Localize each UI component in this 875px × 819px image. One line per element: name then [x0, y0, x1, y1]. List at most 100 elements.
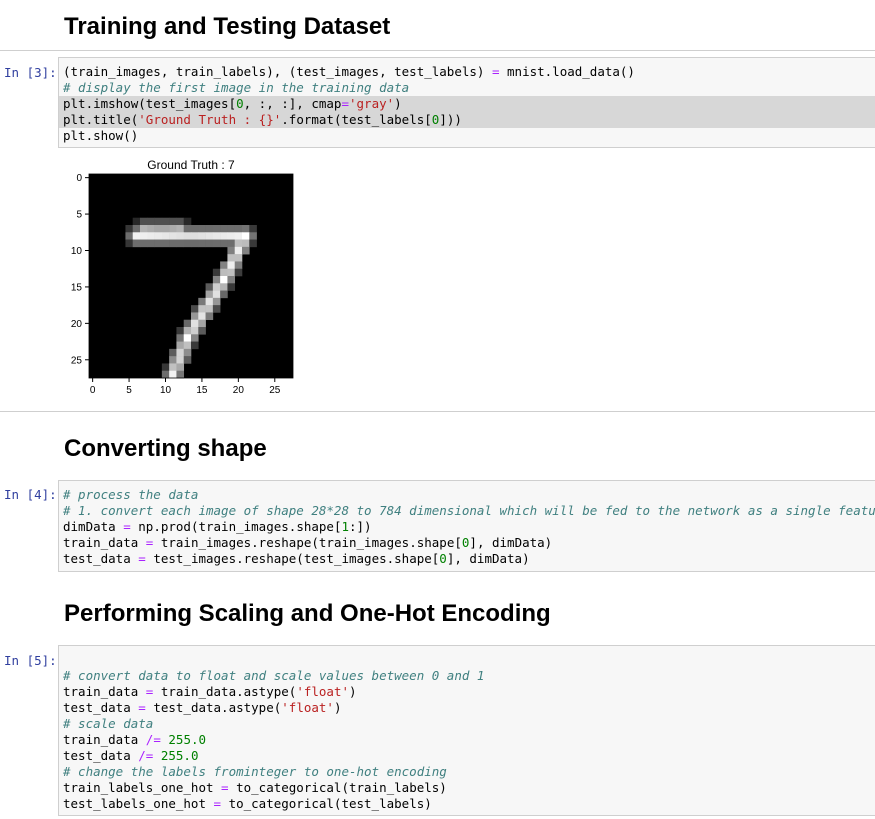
image-pixel	[242, 232, 250, 240]
code-token: =	[138, 551, 146, 566]
code-token: ], dimData)	[446, 551, 530, 566]
code-token: 'float'	[296, 684, 350, 699]
code-cell[interactable]: # convert data to float and scale values…	[58, 645, 875, 816]
code-token: # scale data	[63, 716, 154, 731]
image-pixel	[205, 232, 214, 240]
image-pixel	[242, 246, 250, 255]
code-token: )	[394, 96, 402, 111]
image-pixel	[176, 239, 185, 248]
image-pixel	[183, 334, 192, 342]
code-line: # process the data	[63, 487, 871, 503]
code-line: plt.imshow(test_images[0, :, :], cmap='g…	[59, 96, 875, 112]
section-heading-scaling: Performing Scaling and One-Hot Encoding	[64, 600, 551, 627]
code-token: :])	[349, 519, 372, 534]
image-pixel	[140, 217, 148, 226]
code-line: test_data = test_data.astype('float')	[63, 700, 871, 716]
image-pixel	[227, 246, 236, 255]
cell-prompt: In [5]:	[4, 653, 57, 668]
code-editor[interactable]: # convert data to float and scale values…	[59, 646, 875, 816]
image-pixel	[140, 225, 148, 233]
image-pixel	[220, 225, 228, 233]
image-pixel	[227, 254, 236, 262]
image-pixel	[205, 225, 214, 233]
code-token: =	[221, 780, 229, 795]
image-pixel	[147, 225, 155, 233]
image-pixel	[147, 232, 155, 240]
code-line: # convert data to float and scale values…	[63, 668, 871, 684]
image-pixel	[176, 327, 185, 335]
image-pixel	[183, 341, 192, 350]
code-editor[interactable]: # process the data # 1. convert each imag…	[59, 481, 875, 571]
image-pixel	[125, 239, 134, 248]
image-pixel	[242, 225, 250, 233]
image-pixel	[234, 225, 243, 233]
image-pixel	[205, 312, 214, 321]
image-pixel	[176, 225, 185, 233]
image-pixel	[140, 232, 148, 240]
image-pixel	[169, 217, 177, 226]
code-token: /=	[145, 732, 161, 747]
code-token: train_data.astype(	[153, 684, 297, 699]
code-line: train_labels_one_hot = to_categorical(tr…	[63, 780, 871, 796]
code-line: dimData = np.prod(train_images.shape[1:]…	[63, 519, 871, 535]
x-tick-label: 25	[269, 385, 281, 396]
image-pixel	[198, 305, 206, 313]
image-pixel	[234, 246, 243, 255]
code-line: test_labels_one_hot = to_categorical(tes…	[63, 796, 871, 812]
code-token: ], dimData)	[469, 535, 553, 550]
image-pixel	[132, 232, 141, 240]
image-pixel	[198, 312, 206, 321]
image-pixel	[234, 254, 243, 262]
code-token: =	[491, 64, 500, 79]
code-editor[interactable]: (train_images, train_labels), (test_imag…	[59, 58, 875, 148]
image-pixel	[234, 239, 243, 248]
image-pixel	[191, 312, 199, 321]
image-pixel	[198, 319, 206, 328]
image-pixel	[227, 239, 236, 248]
image-pixel	[147, 239, 155, 248]
image-pixel	[132, 225, 141, 233]
code-token: =	[341, 96, 349, 111]
code-token: test_data.astype(	[145, 700, 282, 715]
image-pixel	[212, 283, 221, 291]
image-pixel	[212, 268, 221, 277]
image-pixel	[191, 225, 199, 233]
image-pixel	[183, 217, 192, 226]
code-token: to_categorical(train_labels)	[228, 780, 447, 795]
code-token: =	[123, 519, 131, 534]
image-pixel	[176, 348, 185, 357]
code-token: mnist.load_data()	[499, 64, 635, 79]
image-pixel	[161, 239, 170, 248]
image-pixel	[220, 290, 228, 299]
image-pixel	[212, 239, 221, 248]
image-pixel	[176, 356, 185, 364]
code-token: # change the labels frominteger to one-h…	[63, 764, 447, 779]
x-tick-label: 0	[90, 385, 96, 396]
image-pixel	[183, 348, 192, 357]
plot-title: Ground Truth : 7	[147, 158, 235, 172]
image-pixel	[169, 239, 177, 248]
image-pixel	[161, 232, 170, 240]
y-tick-label: 25	[71, 355, 83, 366]
code-token: train_data	[63, 732, 146, 747]
image-pixel	[161, 225, 170, 233]
image-pixel	[227, 276, 236, 284]
image-pixel	[198, 327, 206, 335]
image-pixel	[191, 232, 199, 240]
code-token: /=	[138, 748, 154, 763]
image-pixel	[205, 239, 214, 248]
y-tick-label: 5	[76, 210, 82, 221]
image-pixel	[183, 319, 192, 328]
image-pixel	[147, 217, 155, 226]
y-tick-label: 0	[76, 173, 82, 184]
image-pixel	[169, 232, 177, 240]
code-cell[interactable]: (train_images, train_labels), (test_imag…	[58, 57, 875, 148]
code-token: plt.imshow(test_images[	[63, 96, 237, 111]
image-pixel	[227, 225, 236, 233]
code-token: dimData	[63, 519, 124, 534]
code-token: to_categorical(test_labels)	[221, 796, 432, 811]
image-pixel	[176, 370, 185, 379]
image-pixel	[161, 217, 170, 226]
code-cell[interactable]: # process the data # 1. convert each imag…	[58, 480, 875, 572]
code-token: =	[213, 796, 222, 811]
